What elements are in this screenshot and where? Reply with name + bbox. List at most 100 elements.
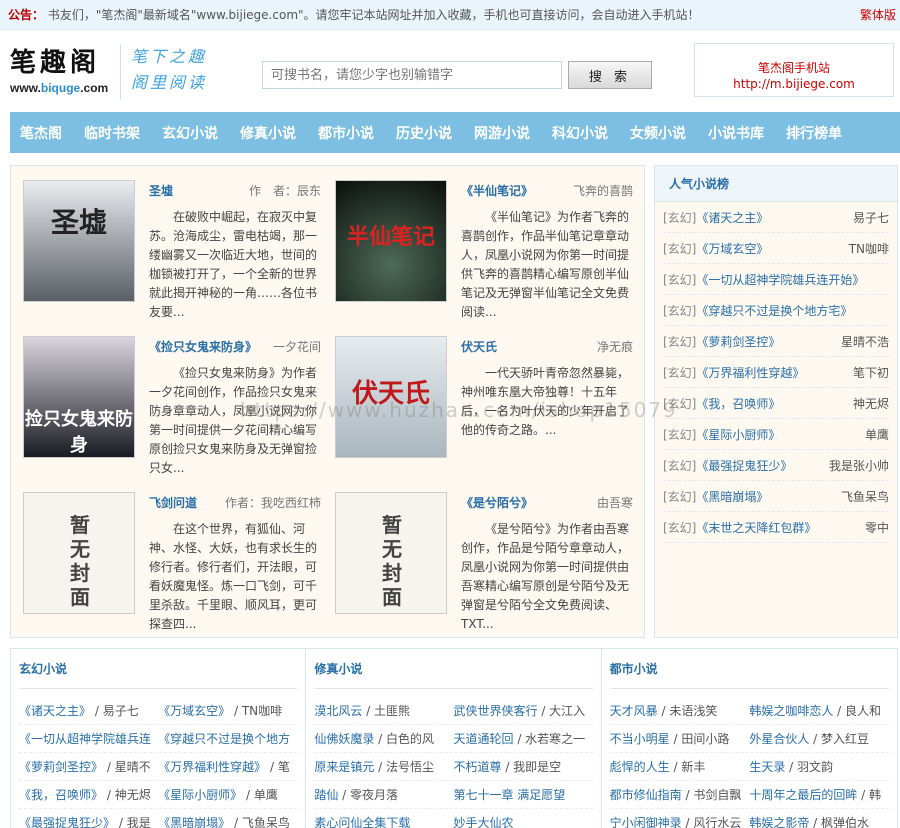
book-card: 捡只女鬼来防身 《捡只女鬼来防身》 一夕花间 《捡只女鬼来防身》为作者一夕花间创… <box>11 322 321 475</box>
notice-content: 公告： 书友们，"笔杰阁"最新域名"www.bijiege.com"。请您牢记本… <box>8 6 700 23</box>
list-item[interactable]: [玄幻]《末世之天降红包群》 零中 <box>663 512 889 543</box>
list-item[interactable]: 素心问仙全集下载 妙手大仙农 <box>314 809 592 828</box>
slogan-line-1: 笔下之趣 <box>131 47 208 66</box>
mobile-site-box[interactable]: 笔杰阁手机站 http://m.bijiege.com <box>694 43 894 97</box>
list-item[interactable]: 《诸天之主》 / 易子七 《万域玄空》 / TN咖啡 <box>19 697 298 725</box>
list-item[interactable]: [玄幻]《最强捉鬼狂少》 我是张小帅 <box>663 450 889 481</box>
book-cover-image[interactable]: 伏天氏 <box>335 336 447 458</box>
book-title-link[interactable]: 《半仙笔记》 <box>461 182 533 199</box>
nav-item-lishi[interactable]: 历史小说 <box>396 123 452 143</box>
list-item[interactable]: [玄幻]《黑暗崩塌》 飞鱼呆鸟 <box>663 481 889 512</box>
list-item[interactable]: 彪悍的人生 / 新丰 生天录 / 羽文韵 <box>609 753 889 781</box>
book-head: 伏天氏 净无痕 <box>461 338 633 355</box>
list-item[interactable]: 《我，召唤师》 / 神无烬 《星际小厨师》 / 单鹰 <box>19 781 298 809</box>
search-button[interactable]: 搜 索 <box>568 61 652 89</box>
list-item[interactable]: 《一切从超神学院雄兵连 《穿越只不过是换个地方 <box>19 725 298 753</box>
book-card: 伏天氏 伏天氏 净无痕 一代天骄叶青帝忽然暴毙，神州唯东凰大帝独尊！十五年后，一… <box>323 322 633 468</box>
book-title-link[interactable]: 伏天氏 <box>461 338 497 355</box>
book-head: 《是兮陌兮》 由吾寒 <box>461 494 633 511</box>
list-item[interactable]: [玄幻]《星际小厨师》 单鹰 <box>663 419 889 450</box>
list-item[interactable]: [玄幻]《万域玄空》 TN咖啡 <box>663 233 889 264</box>
book-author: 一夕花间 <box>272 340 321 354</box>
list-item[interactable]: 《萝莉剑圣控》 / 星晴不 《万界福利性穿越》 / 笔 <box>19 753 298 781</box>
category-title: 玄幻小说 <box>19 649 298 689</box>
book-title-link[interactable]: 《捡只女鬼来防身》 <box>149 338 257 355</box>
category-xiuzhen: 修真小说 漠北风云 / 土匪熊 武侠世界侠客行 / 大江入 仙佛妖魔录 / 白色的… <box>306 649 602 828</box>
list-item[interactable]: 仙佛妖魔录 / 白色的风 天道通轮回 / 水若寒之一 <box>314 725 593 753</box>
book-card: 半仙笔记 《半仙笔记》 飞奔的喜鹊 《半仙笔记》为作者飞奔的喜鹊创作，作品半仙笔… <box>323 166 633 319</box>
book-card: 暂无封面 飞剑问道 作者：我吃西红柿 在这个世界，有狐仙、河神、水怪、大妖，也有… <box>11 478 321 631</box>
slogan: 笔下之趣 阁里阅读 <box>120 44 207 100</box>
book-author: 净无痕 <box>596 340 633 354</box>
mobile-site-url: http://m.bijiege.com <box>733 77 855 91</box>
book-card: 暂无封面 《是兮陌兮》 由吾寒 《是兮陌兮》为作者由吾寒创作，作品是兮陌兮章章动… <box>323 478 633 631</box>
nav-item-bookshelf[interactable]: 临时书架 <box>84 123 140 143</box>
book-cover-image[interactable]: 暂无封面 <box>23 492 135 614</box>
book-description: 在这个世界，有狐仙、河神、水怪、大妖，也有求长生的修行者。修行者们，开法眼，可看… <box>149 522 318 631</box>
book-title-link[interactable]: 圣墟 <box>149 182 173 199</box>
category-xuanhuan: 玄幻小说 《诸天之主》 / 易子七 《万域玄空》 / TN咖啡 《一切从超神学院雄… <box>11 649 307 828</box>
book-cover-image[interactable]: 暂无封面 <box>335 492 447 614</box>
book-card: 圣墟 圣墟 作 者：辰东 在破败中崛起，在寂灭中复苏。沧海成尘，雷电枯竭，那一缕… <box>11 166 321 319</box>
list-item[interactable]: [玄幻]《诸天之主》 易子七 <box>663 202 889 233</box>
popular-list: [玄幻]《诸天之主》 易子七 [玄幻]《万域玄空》 TN咖啡 [玄幻]《一切从超神学… <box>655 202 897 543</box>
notice-label: 公告： <box>8 8 45 22</box>
book-head: 圣墟 作 者：辰东 <box>149 182 321 199</box>
mobile-site-title: 笔杰阁手机站 <box>757 61 830 75</box>
book-author: 飞奔的喜鹊 <box>572 184 633 198</box>
notice-text: 书友们，"笔杰阁"最新域名"www.bijiege.com"。请您牢记本站网址并… <box>47 8 700 22</box>
list-item[interactable]: 天才风暴 / 未语浅笑 韩娱之咖啡恋人 / 良人和 <box>609 697 889 725</box>
book-author: 由吾寒 <box>596 496 633 510</box>
nav-item-xiuzhen[interactable]: 修真小说 <box>240 123 296 143</box>
nav-item-library[interactable]: 小说书库 <box>708 123 764 143</box>
book-cover-image[interactable]: 捡只女鬼来防身 <box>23 336 135 458</box>
category-title: 修真小说 <box>314 649 593 689</box>
main-nav: 笔杰阁 临时书架 玄幻小说 修真小说 都市小说 历史小说 网游小说 科幻小说 女… <box>10 112 900 153</box>
book-description: 在破败中崛起，在寂灭中复苏。沧海成尘，雷电枯竭，那一缕幽雾又一次临近大地，世间的… <box>149 210 318 319</box>
logo-url: www.biquge.com <box>10 81 109 95</box>
nav-item-nvpin[interactable]: 女频小说 <box>630 123 686 143</box>
book-description: 一代天骄叶青帝忽然暴毙，神州唯东凰大帝独尊！十五年后，一名为叶伏天的少年开启了他… <box>461 366 630 437</box>
list-item[interactable]: 踏仙 / 零夜月落 第七十一章 满足愿望 <box>314 781 593 809</box>
list-item[interactable]: 宁小闲御神录 / 风行水云 韩娱之影帝 / 枫弹伯水 <box>610 809 889 828</box>
book-description: 《捡只女鬼来防身》为作者一夕花间创作，作品捡只女鬼来防身章章动人，凤凰小说网为你… <box>149 366 318 475</box>
book-description: 《半仙笔记》为作者飞奔的喜鹊创作，作品半仙笔记章章动人，凤凰小说网为你第一时间提… <box>461 210 630 319</box>
list-item[interactable]: 不当小明星 / 田间小路 外星合伙人 / 梦入红豆 <box>609 725 889 753</box>
notice-bar: 公告： 书友们，"笔杰阁"最新域名"www.bijiege.com"。请您牢记本… <box>0 0 900 30</box>
list-item[interactable]: 原来是镇元 / 法号悟尘 不朽道尊 / 我即是空 <box>314 753 593 781</box>
book-cover-image[interactable]: 圣墟 <box>23 180 135 302</box>
nav-item-home[interactable]: 笔杰阁 <box>20 123 62 143</box>
popular-ranking-title: 人气小说榜 <box>655 166 897 202</box>
featured-books: 圣墟 圣墟 作 者：辰东 在破败中崛起，在寂灭中复苏。沧海成尘，雷电枯竭，那一缕… <box>10 165 645 638</box>
nav-item-wangyou[interactable]: 网游小说 <box>474 123 530 143</box>
nav-item-dushi[interactable]: 都市小说 <box>318 123 374 143</box>
list-item[interactable]: [玄幻]《一切从超神学院雄兵连开始》 <box>663 264 889 295</box>
book-author: 作者：我吃西红柿 <box>224 496 321 510</box>
book-title-link[interactable]: 《是兮陌兮》 <box>461 494 533 511</box>
book-head: 《捡只女鬼来防身》 一夕花间 <box>149 338 321 355</box>
list-item[interactable]: [玄幻]《万界福利性穿越》 笔下初 <box>663 357 889 388</box>
book-description: 《是兮陌兮》为作者由吾寒创作，作品是兮陌兮章章动人，凤凰小说网为你第一时间提供由… <box>461 522 630 631</box>
slogan-line-2: 阁里阅读 <box>131 73 208 92</box>
list-item[interactable]: 都市修仙指南 / 书剑自飘 十周年之最后的回眸 / 韩 <box>609 781 889 809</box>
book-head: 飞剑问道 作者：我吃西红柿 <box>149 494 321 511</box>
nav-item-kehuan[interactable]: 科幻小说 <box>552 123 608 143</box>
list-item[interactable]: 漠北风云 / 土匪熊 武侠世界侠客行 / 大江入 <box>314 697 593 725</box>
book-author: 作 者：辰东 <box>248 184 321 198</box>
traditional-chinese-link[interactable]: 繁体版 <box>860 6 896 23</box>
book-title-link[interactable]: 飞剑问道 <box>149 494 197 511</box>
list-item[interactable]: [玄幻]《我，召唤师》 神无烬 <box>663 388 889 419</box>
list-item[interactable]: [玄幻]《穿越只不过是换个地方宅》 <box>663 295 889 326</box>
site-logo[interactable]: 笔趣阁 www.biquge.com <box>10 42 108 95</box>
list-item[interactable]: 《最强捉鬼狂少》 / 我是 《黑暗崩塌》 / 飞鱼呆鸟 <box>19 809 297 828</box>
nav-item-ranking[interactable]: 排行榜单 <box>786 123 842 143</box>
list-item[interactable]: [玄幻]《萝莉剑圣控》 星晴不浩 <box>663 326 889 357</box>
nav-item-xuanhuan[interactable]: 玄幻小说 <box>162 123 218 143</box>
category-title: 都市小说 <box>609 649 889 689</box>
category-dushi: 都市小说 天才风暴 / 未语浅笑 韩娱之咖啡恋人 / 良人和 不当小明星 / 田间… <box>602 649 897 828</box>
search-input[interactable] <box>262 61 562 89</box>
logo-name: 笔趣阁 <box>10 48 101 78</box>
category-sections: 玄幻小说 《诸天之主》 / 易子七 《万域玄空》 / TN咖啡 《一切从超神学院雄… <box>10 648 898 828</box>
book-cover-image[interactable]: 半仙笔记 <box>335 180 447 302</box>
search-bar: 搜 索 <box>262 61 652 89</box>
